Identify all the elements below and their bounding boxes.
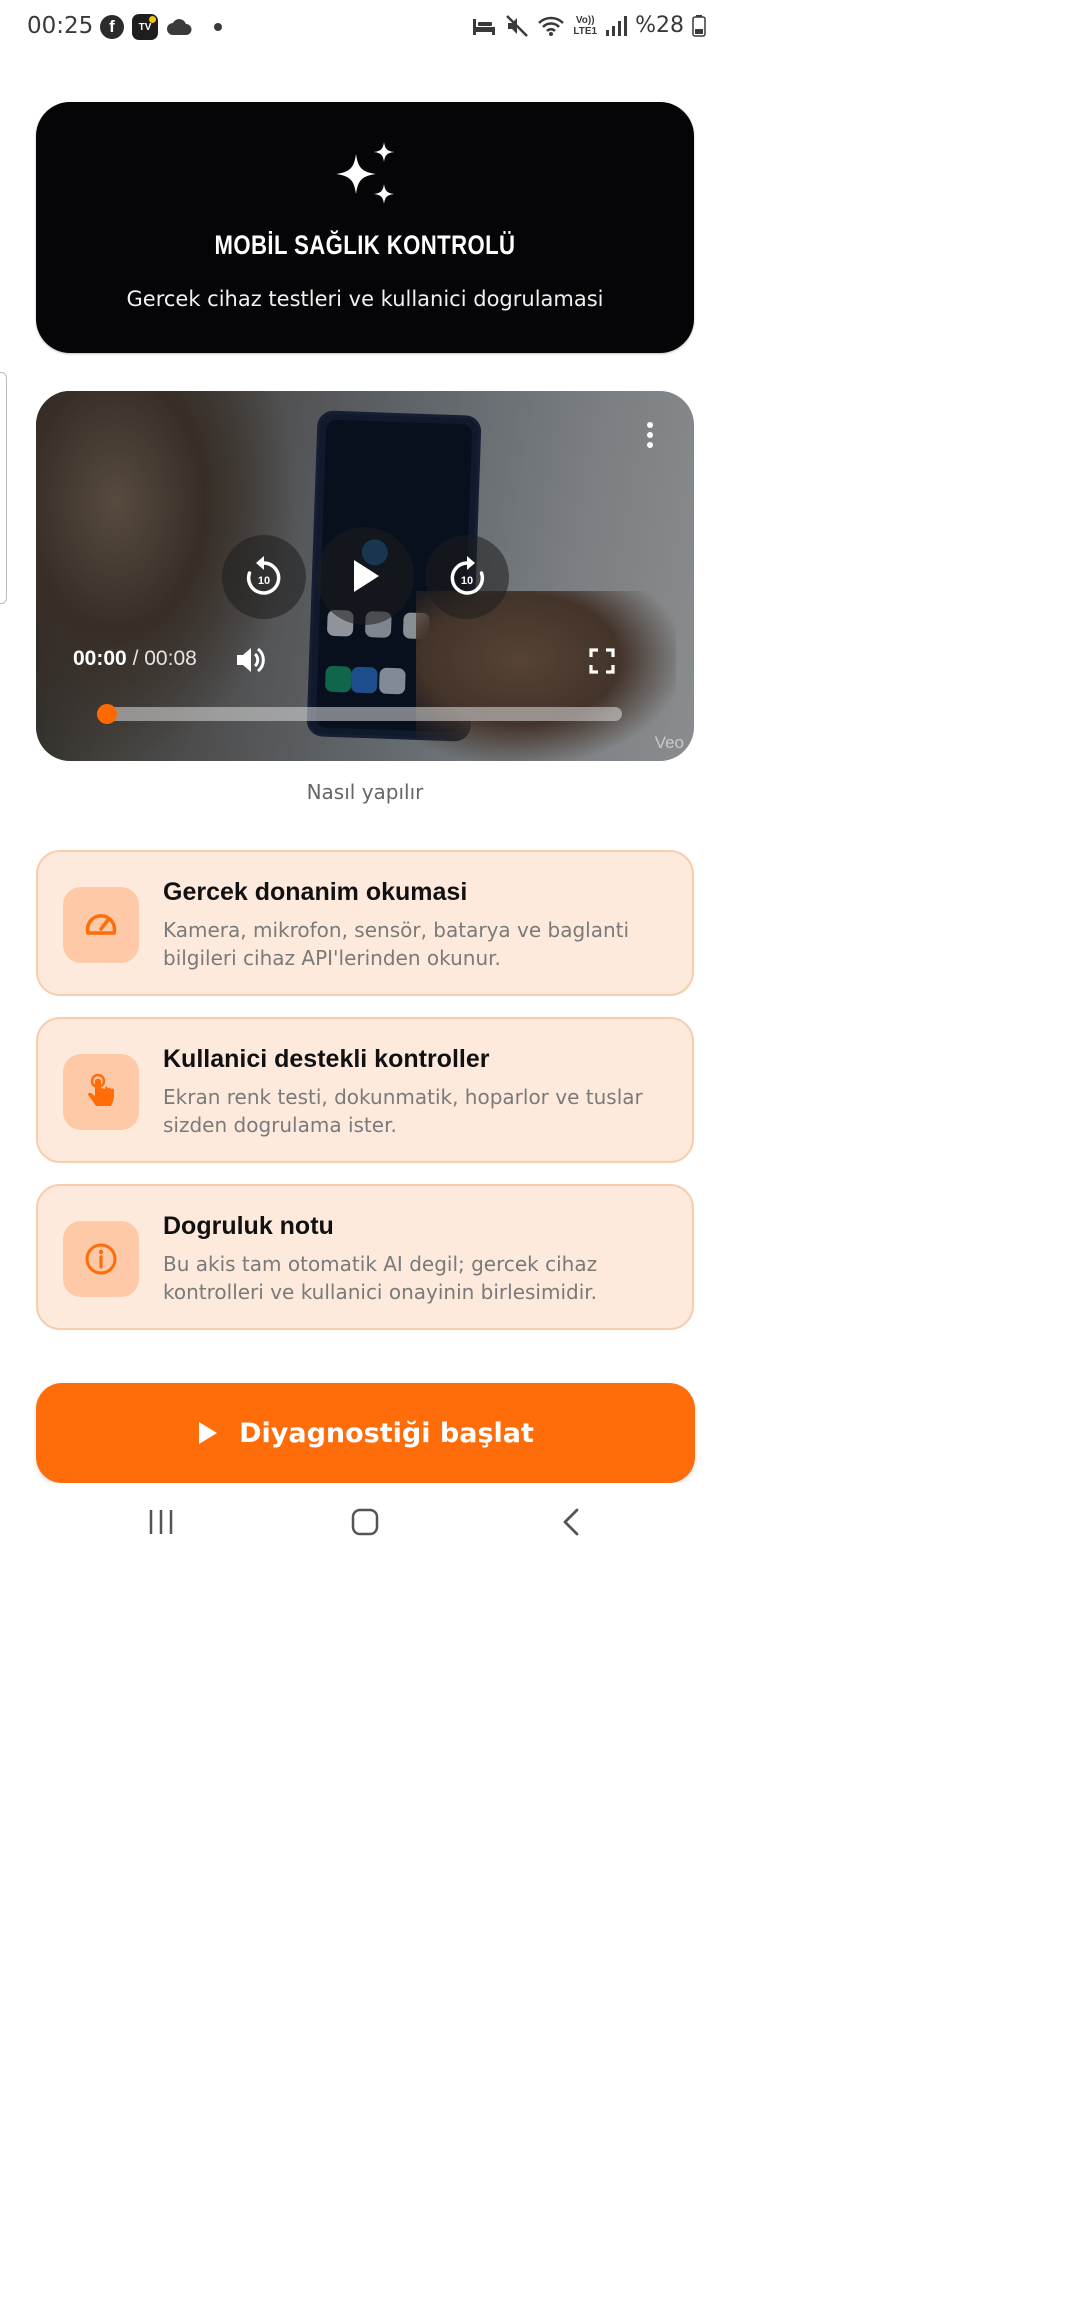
- battery-percent: %28: [635, 13, 684, 38]
- info-card-hardware: Gercek donanim okumasi Kamera, mikrofon,…: [36, 850, 694, 996]
- hero-card: MOBİL SAĞLIK KONTROLÜ Gercek cihaz testl…: [36, 102, 694, 353]
- mute-icon: [506, 14, 529, 37]
- system-navigation-bar: [0, 1483, 730, 1566]
- start-diagnostics-button[interactable]: Diyagnostiği başlat: [36, 1383, 695, 1483]
- time-separator: /: [132, 647, 139, 670]
- video-caption: Nasıl yapılır: [306, 780, 424, 804]
- bed-icon: [473, 18, 496, 35]
- recent-apps-icon[interactable]: [146, 1507, 176, 1537]
- svg-text:10: 10: [461, 575, 473, 587]
- card-title: Kullanici destekli kontroller: [163, 1045, 490, 1073]
- duration: 00:08: [144, 647, 197, 670]
- edge-panel-handle[interactable]: [0, 372, 7, 604]
- more-options-icon[interactable]: [646, 421, 654, 449]
- card-description: Ekran renk testi, dokunmatik, hoparlor v…: [163, 1085, 643, 1137]
- card-title: Dogruluk notu: [163, 1212, 334, 1240]
- notification-dot: [214, 23, 222, 31]
- signal-icon: [606, 15, 628, 36]
- start-diagnostics-label: Diyagnostiği başlat: [239, 1417, 534, 1449]
- volume-icon[interactable]: [234, 643, 268, 677]
- back-icon[interactable]: [558, 1507, 584, 1537]
- card-icon-bg: [63, 887, 139, 963]
- info-card-user-checks: Kullanici destekli kontroller Ekran renk…: [36, 1017, 694, 1163]
- wifi-icon: [538, 16, 565, 36]
- speedometer-icon: [85, 914, 117, 935]
- video-seek-bar[interactable]: [106, 707, 622, 721]
- status-bar: 00:25 f TV Vo)) LTE1 %28: [0, 0, 730, 56]
- battery-icon: [692, 14, 706, 37]
- play-icon: [354, 560, 379, 592]
- forward-10-icon: 10: [450, 556, 485, 595]
- play-button[interactable]: [316, 527, 414, 625]
- video-watermark: Veo: [654, 733, 684, 752]
- touch-icon: [88, 1073, 114, 1106]
- video-seek-handle[interactable]: [97, 704, 117, 724]
- tv-plus-icon: TV: [132, 14, 158, 40]
- fullscreen-icon[interactable]: [588, 647, 616, 675]
- card-icon-bg: [63, 1221, 139, 1297]
- info-icon: [85, 1243, 117, 1275]
- card-description: Kamera, mikrofon, sensör, batarya ve bag…: [163, 918, 630, 970]
- svg-text:10: 10: [258, 575, 270, 587]
- lte-indicator: Vo)) LTE1: [573, 14, 598, 37]
- card-title: Gercek donanim okumasi: [163, 878, 468, 906]
- facebook-icon: f: [100, 15, 124, 39]
- cloud-icon: [167, 19, 192, 35]
- rewind-button[interactable]: 10: [222, 535, 306, 619]
- clock: 00:25: [27, 13, 94, 39]
- video-time: 00:00 / 00:08: [73, 647, 197, 671]
- info-card-accuracy-note: Dogruluk notu Bu akis tam otomatik AI de…: [36, 1184, 694, 1330]
- current-time: 00:00: [73, 647, 127, 670]
- home-icon[interactable]: [350, 1507, 380, 1537]
- video-player[interactable]: 10 10 00:00 / 00:08 Veo: [36, 391, 694, 761]
- rewind-10-icon: 10: [246, 556, 281, 595]
- forward-button[interactable]: 10: [425, 535, 509, 619]
- sparkles-icon: [336, 142, 394, 204]
- card-description: Bu akis tam otomatik AI degil; gercek ci…: [163, 1252, 598, 1304]
- card-icon-bg: [63, 1054, 139, 1130]
- hero-subtitle: Gercek cihaz testleri ve kullanici dogru…: [126, 287, 604, 311]
- hero-title: MOBİL SAĞLIK KONTROLÜ: [214, 230, 516, 260]
- play-icon: [199, 1422, 218, 1444]
